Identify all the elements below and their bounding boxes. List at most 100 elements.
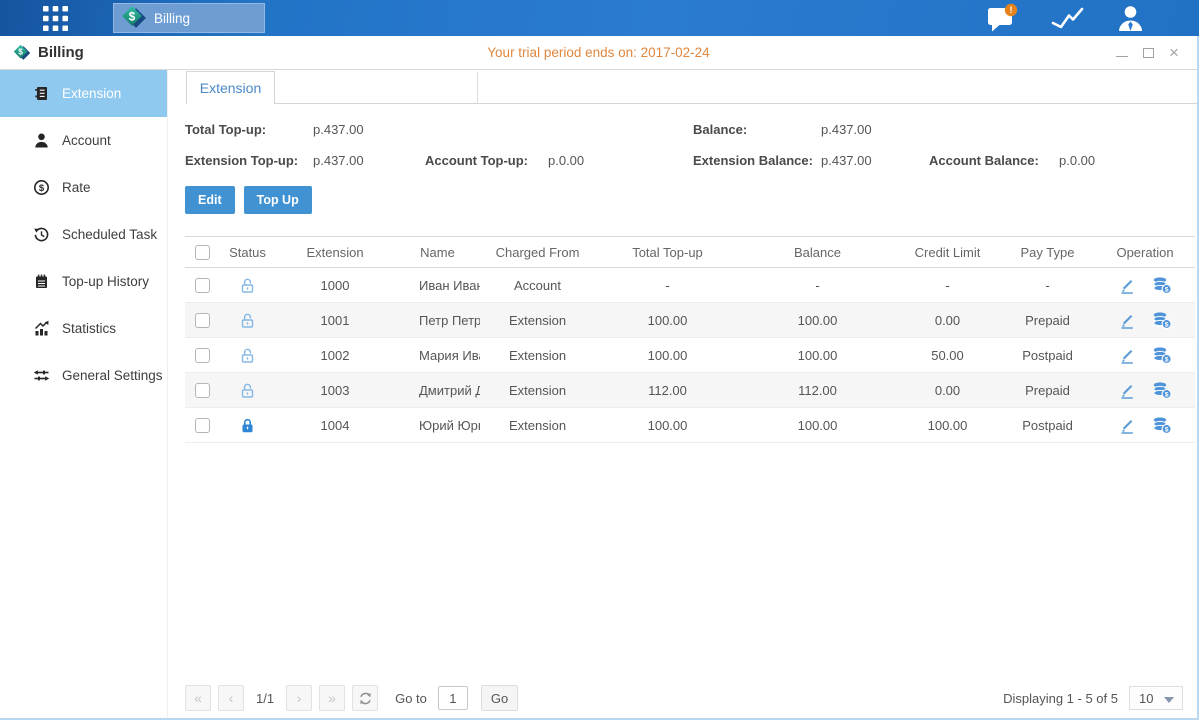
row-checkbox[interactable] (195, 418, 210, 433)
sidebar-item-label: Rate (62, 180, 91, 195)
sidebar-item-label: Top-up History (62, 274, 149, 289)
sidebar-item-scheduled-task[interactable]: Scheduled Task (0, 211, 167, 258)
edit-pencil-icon[interactable] (1118, 416, 1136, 434)
maximize-icon (1143, 48, 1154, 58)
topup-coins-icon[interactable]: $ (1152, 416, 1172, 434)
resource-monitor-icon[interactable] (1050, 4, 1085, 32)
extension-balance-label: Extension Balance: (693, 153, 821, 168)
edit-pencil-icon[interactable] (1118, 276, 1136, 294)
cell-extension: 1002 (275, 338, 395, 373)
taskbar-tab-billing[interactable]: $ Billing (113, 3, 265, 33)
topbar-right-icons: ! (984, 3, 1146, 33)
dollar-circle-icon: $ (33, 179, 50, 196)
user-glyph (1115, 4, 1146, 32)
cell-pay-type: Postpaid (1000, 338, 1095, 373)
extension-table-wrap: Status Extension Name Charged From Total… (185, 236, 1183, 443)
tab-strip-underline (275, 103, 1197, 104)
top-up-button[interactable]: Top Up (244, 186, 312, 214)
user-icon[interactable] (1115, 4, 1146, 32)
goto-label: Go to (395, 691, 427, 706)
cell-pay-type: Postpaid (1000, 408, 1095, 443)
messages-icon[interactable]: ! (984, 3, 1020, 33)
billing-diamond-icon: $ (121, 5, 147, 31)
cell-name: Мария Ива... (395, 338, 480, 373)
cell-balance: 100.00 (740, 338, 895, 373)
col-credit-limit: Credit Limit (895, 237, 1000, 268)
cell-credit-limit: 50.00 (895, 338, 1000, 373)
col-operation: Operation (1095, 237, 1195, 268)
table-row: 1000 Иван Иванов Account - - - - (185, 268, 1195, 303)
topup-coins-icon[interactable]: $ (1152, 311, 1172, 329)
sidebar-item-account[interactable]: Account (0, 117, 167, 164)
tab-divider (477, 72, 478, 104)
app-title: $ Billing (13, 44, 84, 62)
cell-name: Петр Петров (395, 303, 480, 338)
svg-text:$: $ (1165, 356, 1169, 363)
main-content: Extension Total Top-up: p.437.00 Extensi… (168, 70, 1197, 718)
row-checkbox[interactable] (195, 383, 210, 398)
refresh-button[interactable] (352, 685, 378, 711)
edit-button[interactable]: Edit (185, 186, 235, 214)
first-page-button[interactable]: « (185, 685, 211, 711)
cell-name: Иван Иванов (395, 268, 480, 303)
sliders-icon (33, 367, 50, 384)
cell-balance: 112.00 (740, 373, 895, 408)
sidebar-item-label: Extension (62, 86, 121, 101)
sidebar-item-label: Statistics (62, 321, 116, 336)
row-checkbox[interactable] (195, 278, 210, 293)
go-button[interactable]: Go (481, 685, 518, 711)
svg-text:$: $ (129, 10, 136, 24)
next-page-button[interactable]: › (286, 685, 312, 711)
prev-page-button[interactable]: ‹ (218, 685, 244, 711)
topup-coins-icon[interactable]: $ (1152, 381, 1172, 399)
cell-pay-type: Prepaid (1000, 373, 1095, 408)
sidebar-item-statistics[interactable]: Statistics (0, 305, 167, 352)
unlocked-icon (239, 347, 256, 364)
sidebar-item-rate[interactable]: $ Rate (0, 164, 167, 211)
cell-credit-limit: 0.00 (895, 303, 1000, 338)
svg-text:!: ! (1010, 5, 1013, 15)
edit-pencil-icon[interactable] (1118, 346, 1136, 364)
maximize-button[interactable] (1141, 46, 1155, 60)
account-topup-label: Account Top-up: (425, 153, 548, 168)
cell-charged-from: Extension (480, 373, 595, 408)
total-topup-label: Total Top-up: (185, 122, 313, 137)
window-titlebar: $ Billing Your trial period ends on: 201… (0, 36, 1197, 70)
bar-chart-icon (33, 320, 50, 337)
person-icon (33, 132, 50, 149)
clock-history-icon (33, 226, 50, 243)
billing-diamond-icon-small: $ (13, 44, 31, 62)
edit-pencil-icon[interactable] (1118, 311, 1136, 329)
table-header-row: Status Extension Name Charged From Total… (185, 237, 1195, 268)
cell-total-topup: 100.00 (595, 303, 740, 338)
account-topup-value: p.0.00 (548, 153, 584, 168)
row-checkbox[interactable] (195, 313, 210, 328)
messages-glyph: ! (984, 3, 1020, 33)
last-page-button[interactable]: » (319, 685, 345, 711)
page-size-select[interactable]: 10 (1129, 686, 1183, 710)
tab-extension[interactable]: Extension (186, 71, 275, 104)
sidebar-item-general-settings[interactable]: General Settings (0, 352, 167, 399)
select-all-checkbox[interactable] (195, 245, 210, 260)
sidebar-item-topup-history[interactable]: Top-up History (0, 258, 167, 305)
minimize-button[interactable] (1115, 46, 1129, 60)
apps-grid-icon[interactable] (42, 5, 68, 31)
goto-page-input[interactable] (438, 686, 468, 710)
billing-window: $ Billing ! (0, 0, 1199, 720)
row-checkbox[interactable] (195, 348, 210, 363)
sidebar-item-label: Scheduled Task (62, 227, 157, 242)
top-app-bar: $ Billing ! (0, 0, 1199, 36)
chevron-down-icon (1164, 697, 1174, 703)
balance-label: Balance: (693, 122, 821, 137)
app-title-text: Billing (38, 44, 84, 61)
col-charged-from: Charged From (480, 237, 595, 268)
close-button[interactable]: × (1167, 46, 1181, 60)
topup-coins-icon[interactable]: $ (1152, 346, 1172, 364)
journal-icon (33, 85, 50, 102)
sidebar-item-extension[interactable]: Extension (0, 70, 167, 117)
cell-pay-type: - (1000, 268, 1095, 303)
window-controls: × (1115, 46, 1181, 60)
minimize-icon (1116, 56, 1128, 57)
topup-coins-icon[interactable]: $ (1152, 276, 1172, 294)
edit-pencil-icon[interactable] (1118, 381, 1136, 399)
